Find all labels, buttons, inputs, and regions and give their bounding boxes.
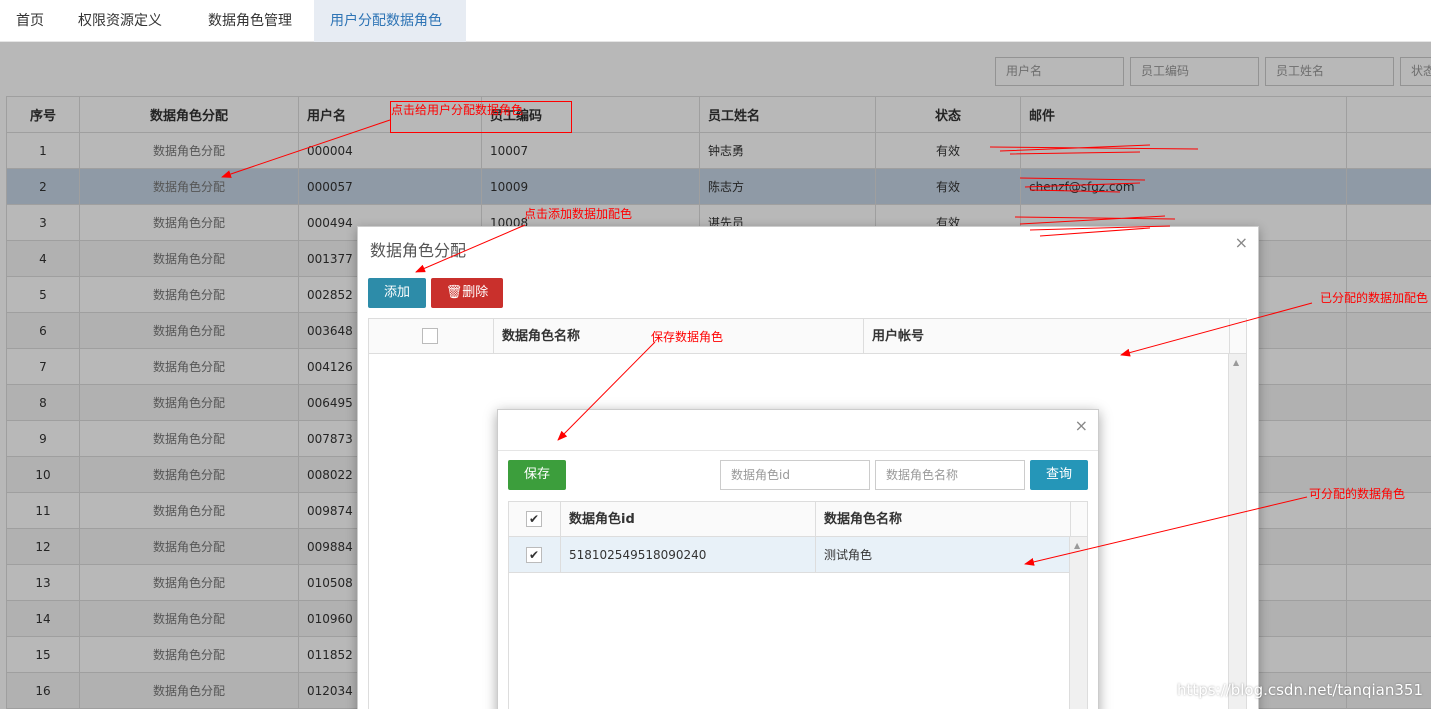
- select-all-checkbox[interactable]: ✔: [526, 511, 542, 527]
- close-icon[interactable]: ×: [1235, 235, 1248, 251]
- tab-home[interactable]: 首页: [0, 0, 62, 42]
- annotation-add-role: 点击添加数据加配色: [524, 207, 633, 221]
- save-button[interactable]: 保存: [508, 460, 566, 490]
- scrollbar[interactable]: ▲: [1069, 537, 1087, 709]
- row-checkbox-cell: ✔: [509, 537, 561, 573]
- col-header-user-account[interactable]: 用户帐号: [864, 319, 1230, 354]
- scroll-up-icon[interactable]: ▲: [1074, 541, 1080, 550]
- grid-header: 数据角色名称 用户帐号: [369, 319, 1246, 354]
- close-icon[interactable]: ×: [1075, 418, 1088, 434]
- tab-user-data-role-assign[interactable]: 用户分配数据角色: [314, 0, 466, 42]
- select-all-cell: [369, 319, 494, 354]
- tab-bar: 首页 权限资源定义 数据角色管理 用户分配数据角色: [0, 0, 1431, 42]
- dialog-title: 数据角色分配: [370, 241, 467, 260]
- query-button[interactable]: 查询: [1030, 460, 1088, 490]
- tab-data-role-management[interactable]: 数据角色管理: [192, 0, 314, 42]
- scrollbar[interactable]: ▲: [1228, 354, 1246, 709]
- role-id-input[interactable]: 数据角色id: [720, 460, 870, 490]
- grid-header: ✔ 数据角色id 数据角色名称: [509, 502, 1087, 537]
- annotation-assign-role: 点击给用户分配数据角色: [391, 103, 524, 117]
- tab-permission-resources[interactable]: 权限资源定义: [62, 0, 192, 42]
- annotation-available-roles: 可分配的数据角色: [1309, 487, 1406, 501]
- add-button[interactable]: 添加: [368, 278, 426, 308]
- available-roles-grid: ✔ 数据角色id 数据角色名称 ✔ 518102549518090240 测试角…: [508, 501, 1088, 709]
- table-row[interactable]: ✔ 518102549518090240 测试角色: [509, 537, 1070, 573]
- select-all-cell: ✔: [509, 502, 561, 537]
- select-data-role-dialog: × 保存 数据角色id 数据角色名称 查询 ✔ 数据角色id 数据角色名称 ✔ …: [497, 409, 1099, 709]
- divider: [498, 450, 1098, 451]
- watermark-text: https://blog.csdn.net/tanqian351: [1176, 681, 1423, 699]
- col-header-role-id[interactable]: 数据角色id: [561, 502, 816, 537]
- col-header-role-name[interactable]: 数据角色名称: [816, 502, 1071, 537]
- role-name-input[interactable]: 数据角色名称: [875, 460, 1025, 490]
- scroll-up-icon[interactable]: ▲: [1233, 358, 1239, 367]
- row-checkbox[interactable]: ✔: [526, 547, 542, 563]
- annotation-save-role: 保存数据角色: [651, 330, 724, 344]
- role-id-cell: 518102549518090240: [561, 537, 816, 573]
- delete-button[interactable]: 🗑删除: [431, 278, 503, 308]
- select-all-checkbox[interactable]: [422, 328, 438, 344]
- annotation-assigned-roles: 已分配的数据加配色: [1320, 291, 1429, 305]
- role-name-cell: 测试角色: [824, 548, 873, 562]
